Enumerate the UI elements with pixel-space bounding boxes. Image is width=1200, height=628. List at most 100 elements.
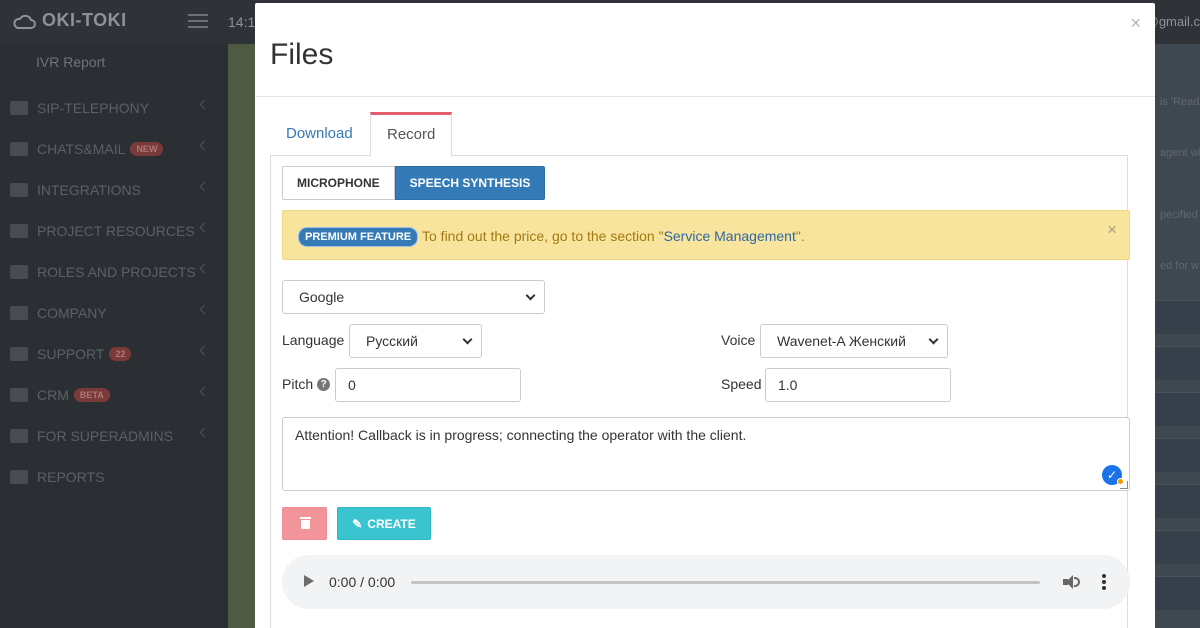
play-icon[interactable] [304, 575, 314, 587]
speed-input[interactable] [765, 368, 951, 402]
beta-badge: BETA [73, 387, 110, 402]
new-badge: NEW [130, 141, 164, 156]
sidebar: IVR Report SIP-TELEPHONY CHATS&MAIL NEW … [0, 44, 228, 628]
language-select[interactable]: Русский [349, 324, 482, 358]
modal-header: Files × [255, 3, 1155, 97]
table-row [1155, 438, 1200, 472]
app-logo[interactable]: OKI-TOKI [12, 10, 127, 31]
chevron-left-icon [199, 345, 210, 356]
more-options-icon[interactable] [1102, 574, 1106, 590]
sidebar-item-crm[interactable]: CRM BETA [0, 374, 228, 415]
voice-value: Wavenet-A Женский [777, 333, 906, 349]
menu-toggle-icon[interactable] [188, 14, 208, 28]
speed-label: Speed [721, 376, 762, 392]
modal-title: Files [270, 38, 334, 71]
table-row [1155, 530, 1200, 564]
background-text: is 'Read [1160, 96, 1200, 108]
alert-message: To find out the price, go to the section… [422, 228, 805, 244]
background-text: ed for w [1160, 260, 1200, 272]
count-badge: 22 [109, 346, 132, 361]
sidebar-item-label: FOR SUPERADMINS [37, 427, 174, 444]
audio-time: 0:00 / 0:00 [329, 574, 396, 590]
gears-icon [10, 182, 28, 197]
sidebar-item-label: REPORTS [37, 468, 105, 485]
alert-text-after: ". [795, 228, 805, 244]
sidebar-item-label: SIP-TELEPHONY [37, 99, 150, 116]
delete-button[interactable] [282, 507, 327, 540]
microphone-button[interactable]: MICROPHONE [282, 166, 395, 200]
sidebar-item-company[interactable]: COMPANY [0, 292, 228, 333]
chat-icon [10, 141, 28, 156]
chevron-left-icon [199, 222, 210, 233]
chevron-left-icon [199, 181, 210, 192]
file-tabs: Download Record [270, 112, 1128, 157]
table-icon [10, 387, 28, 402]
sidebar-item-support[interactable]: SUPPORT 22 [0, 333, 228, 374]
sidebar-item-label: ROLES AND PROJECTS [37, 263, 196, 280]
create-button[interactable]: ✎ CREATE [337, 507, 431, 540]
pitch-label: Pitch ? [282, 376, 331, 392]
magic-wand-icon: ✎ [352, 516, 363, 531]
table-row [1155, 576, 1200, 610]
close-icon[interactable]: × [1107, 220, 1117, 240]
audio-player: 0:00 / 0:00 [282, 555, 1130, 609]
bar-chart-icon [10, 305, 28, 320]
tab-download[interactable]: Download [270, 112, 369, 156]
files-modal: Files × Download Record MICROPHONE SPEEC… [255, 3, 1155, 628]
create-button-label: CREATE [367, 516, 416, 531]
language-label: Language [282, 332, 345, 348]
chevron-left-icon [199, 99, 210, 110]
background-text: agent wh [1160, 147, 1200, 159]
trash-icon [300, 517, 311, 529]
line-chart-icon [10, 469, 28, 484]
toggle-icon [10, 264, 28, 279]
sidebar-item-label: PROJECT RESOURCES [37, 222, 195, 239]
clock: 14:1 [228, 14, 256, 30]
question-circle-icon[interactable]: ? [317, 377, 331, 391]
speech-synthesis-button[interactable]: SPEECH SYNTHESIS [394, 166, 546, 200]
sidebar-item-integrations[interactable]: INTEGRATIONS [0, 169, 228, 210]
pitch-input[interactable] [335, 368, 521, 402]
background-text: pecified [1160, 209, 1198, 221]
synthesis-text-input[interactable]: Attention! Callback is in progress; conn… [282, 417, 1130, 491]
app-logo-text: OKI-TOKI [42, 10, 127, 30]
tts-provider-select[interactable]: Google [282, 280, 545, 314]
chevron-down-icon [525, 290, 536, 301]
table-row [1155, 300, 1200, 334]
tab-record[interactable]: Record [370, 112, 453, 157]
audio-progress-bar[interactable] [411, 581, 1040, 584]
chevron-left-icon [199, 304, 210, 315]
close-icon[interactable]: × [1130, 13, 1141, 34]
grid-icon [10, 223, 28, 238]
sidebar-item-project-resources[interactable]: PROJECT RESOURCES [0, 210, 228, 251]
resize-handle-icon[interactable] [1120, 481, 1128, 489]
wrench-icon [10, 346, 28, 361]
chevron-down-icon [928, 334, 939, 345]
record-mode-toggle: MICROPHONE SPEECH SYNTHESIS [282, 166, 546, 200]
voice-label: Voice [721, 332, 756, 348]
exclamation-icon [10, 428, 28, 443]
volume-icon[interactable] [1063, 573, 1081, 591]
language-value: Русский [366, 333, 418, 349]
sidebar-subitem-ivr-report[interactable]: IVR Report [36, 54, 105, 70]
table-row [1155, 392, 1200, 426]
premium-feature-badge: PREMIUM FEATURE [298, 227, 419, 247]
sidebar-item-chats-mail[interactable]: CHATS&MAIL NEW [0, 128, 228, 169]
sidebar-item-label: CHATS&MAIL [37, 140, 126, 157]
sidebar-item-sip-telephony[interactable]: SIP-TELEPHONY [0, 87, 228, 128]
table-row [1155, 346, 1200, 380]
sidebar-item-label: CRM [37, 386, 69, 403]
service-management-link[interactable]: Service Management [664, 228, 796, 244]
sidebar-item-for-superadmins[interactable]: FOR SUPERADMINS [0, 415, 228, 456]
tts-provider-value: Google [299, 289, 345, 305]
record-tab-panel: MICROPHONE SPEECH SYNTHESIS PREMIUM FEAT… [270, 155, 1130, 628]
phone-icon [10, 100, 28, 115]
voice-select[interactable]: Wavenet-A Женский [760, 324, 948, 358]
sidebar-item-label: INTEGRATIONS [37, 181, 141, 198]
cloud-icon [13, 14, 36, 29]
sidebar-item-reports[interactable]: REPORTS [0, 456, 228, 497]
table-row [1155, 484, 1200, 518]
chevron-left-icon [199, 386, 210, 397]
chevron-left-icon [199, 140, 210, 151]
sidebar-item-roles-and-projects[interactable]: ROLES AND PROJECTS [0, 251, 228, 292]
